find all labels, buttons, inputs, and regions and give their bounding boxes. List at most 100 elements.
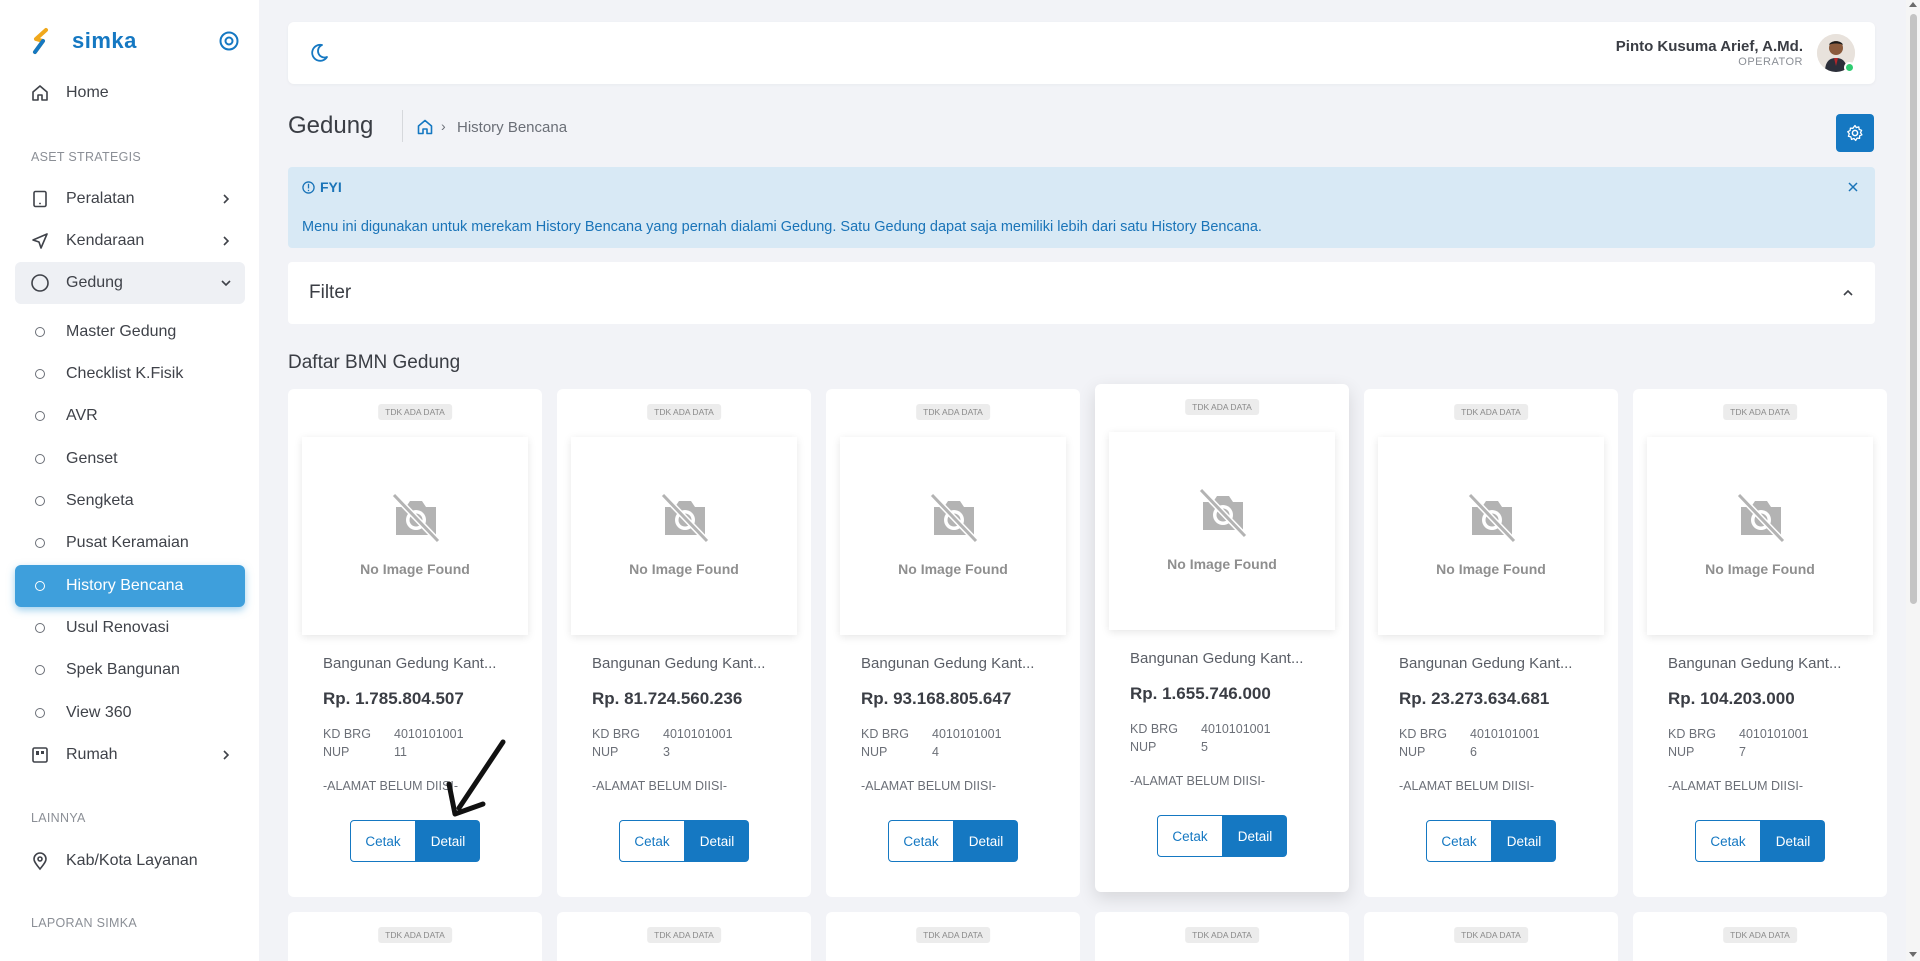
chevron-right-icon bbox=[223, 236, 230, 246]
camera-off-icon bbox=[1467, 492, 1517, 544]
nav-sengketa[interactable]: Sengketa bbox=[15, 480, 245, 522]
cetak-button[interactable]: Cetak bbox=[1157, 815, 1223, 857]
card-price: Rp. 1.785.804.507 bbox=[323, 689, 464, 708]
nup-label: NUP bbox=[861, 745, 888, 759]
card-price: Rp. 93.168.805.647 bbox=[861, 689, 1012, 708]
bmn-card: TDK ADA DATA No Image Found Bangunan Ged… bbox=[1633, 389, 1887, 897]
image-placeholder: No Image Found bbox=[571, 437, 797, 635]
scroll-up-icon[interactable] bbox=[1909, 2, 1917, 7]
gear-icon bbox=[1847, 124, 1863, 142]
nav-kendaraan[interactable]: Kendaraan bbox=[15, 220, 245, 262]
cetak-button[interactable]: Cetak bbox=[619, 820, 685, 862]
nup-label: NUP bbox=[1399, 745, 1426, 759]
bmn-card-next: TDK ADA DATA bbox=[826, 912, 1080, 961]
bmn-card: TDK ADA DATA No Image Found Bangunan Ged… bbox=[826, 389, 1080, 897]
user-name[interactable]: Pinto Kusuma Arief, A.Md. bbox=[1616, 38, 1803, 55]
no-data-badge: TDK ADA DATA bbox=[378, 927, 452, 943]
nav-genset-label: Genset bbox=[66, 450, 118, 467]
cetak-button[interactable]: Cetak bbox=[1426, 820, 1492, 862]
bmn-card-next: TDK ADA DATA bbox=[1364, 912, 1618, 961]
nav-sengketa-label: Sengketa bbox=[66, 492, 134, 509]
card-price: Rp. 104.203.000 bbox=[1668, 689, 1795, 708]
nav-avr[interactable]: AVR bbox=[15, 395, 245, 437]
moon-icon[interactable] bbox=[308, 42, 330, 64]
card-name: Bangunan Gedung Kant... bbox=[323, 655, 497, 672]
home-icon bbox=[30, 83, 50, 103]
simka-logo-icon bbox=[33, 28, 48, 54]
sidebar: simka Home ASET STRATEGIS Peralatan Kend… bbox=[0, 0, 259, 961]
detail-button[interactable]: Detail bbox=[1492, 820, 1556, 862]
image-placeholder: No Image Found bbox=[840, 437, 1066, 635]
camera-off-icon bbox=[391, 492, 441, 544]
settings-button[interactable] bbox=[1836, 114, 1874, 152]
kd-brg-label: KD BRG bbox=[1130, 722, 1178, 736]
nav-view-360[interactable]: View 360 bbox=[15, 692, 245, 734]
nav-avr-label: AVR bbox=[66, 407, 98, 424]
nav-rumah[interactable]: Rumah bbox=[15, 734, 245, 776]
nav-checklist-kfisik[interactable]: Checklist K.Fisik bbox=[15, 353, 245, 395]
card-address: -ALAMAT BELUM DIISI- bbox=[1130, 774, 1265, 788]
nav-peralatan[interactable]: Peralatan bbox=[15, 178, 245, 220]
breadcrumb-current: History Bencana bbox=[457, 119, 568, 136]
nav-kendaraan-label: Kendaraan bbox=[66, 232, 145, 249]
close-icon[interactable] bbox=[1845, 179, 1861, 195]
nav-master-gedung[interactable]: Master Gedung bbox=[15, 311, 245, 353]
cetak-button[interactable]: Cetak bbox=[888, 820, 954, 862]
detail-button[interactable]: Detail bbox=[685, 820, 749, 862]
breadcrumb-divider bbox=[402, 110, 403, 142]
card-name: Bangunan Gedung Kant... bbox=[1399, 655, 1573, 672]
nav-genset[interactable]: Genset bbox=[15, 438, 245, 480]
chevron-up-icon[interactable] bbox=[1841, 286, 1855, 300]
nav-kabkota-label: Kab/Kota Layanan bbox=[66, 852, 198, 869]
nav-rumah-label: Rumah bbox=[66, 746, 118, 763]
target-icon[interactable] bbox=[218, 30, 240, 52]
nav-spek-bangunan-label: Spek Bangunan bbox=[66, 661, 180, 678]
filter-title: Filter bbox=[309, 282, 352, 303]
nup-value: 7 bbox=[1739, 745, 1746, 759]
nav-history-bencana[interactable]: History Bencana bbox=[15, 565, 245, 607]
scroll-down-icon[interactable] bbox=[1909, 952, 1917, 957]
cetak-button[interactable]: Cetak bbox=[1695, 820, 1761, 862]
map-pin-icon bbox=[30, 851, 50, 871]
card-name: Bangunan Gedung Kant... bbox=[1130, 650, 1304, 667]
scrollbar-thumb[interactable] bbox=[1910, 14, 1917, 604]
nav-peralatan-label: Peralatan bbox=[66, 190, 135, 207]
bullet-icon bbox=[35, 454, 45, 464]
alert-title: FYI bbox=[320, 179, 342, 195]
kd-brg-value: 4010101001 bbox=[1470, 727, 1540, 741]
page-title: Gedung bbox=[288, 112, 374, 139]
nav-usul-renovasi[interactable]: Usul Renovasi bbox=[15, 607, 245, 649]
kd-brg-value: 4010101001 bbox=[1739, 727, 1809, 741]
no-image-text: No Image Found bbox=[1705, 561, 1815, 577]
detail-button[interactable]: Detail bbox=[416, 820, 480, 862]
detail-button[interactable]: Detail bbox=[1761, 820, 1825, 862]
bmn-card: TDK ADA DATA No Image Found Bangunan Ged… bbox=[1095, 384, 1349, 892]
nav-pusat-keramaian[interactable]: Pusat Keramaian bbox=[15, 522, 245, 564]
bullet-icon bbox=[35, 369, 45, 379]
nup-value: 6 bbox=[1470, 745, 1477, 759]
image-placeholder: No Image Found bbox=[1378, 437, 1604, 635]
nav-kabkota-layanan[interactable]: Kab/Kota Layanan bbox=[15, 840, 245, 882]
no-image-text: No Image Found bbox=[898, 561, 1008, 577]
nav-home[interactable]: Home bbox=[15, 72, 245, 114]
no-data-badge: TDK ADA DATA bbox=[1454, 404, 1528, 420]
scrollbar[interactable] bbox=[1906, 0, 1920, 961]
nav-spek-bangunan[interactable]: Spek Bangunan bbox=[15, 649, 245, 691]
alert-title-row: FYI bbox=[302, 179, 342, 195]
camera-off-icon bbox=[1736, 492, 1786, 544]
bullet-icon bbox=[35, 411, 45, 421]
detail-button[interactable]: Detail bbox=[954, 820, 1018, 862]
brand[interactable]: simka bbox=[30, 26, 137, 56]
card-address: -ALAMAT BELUM DIISI- bbox=[323, 779, 458, 793]
no-data-badge: TDK ADA DATA bbox=[1185, 399, 1259, 415]
bmn-card-next: TDK ADA DATA bbox=[1095, 912, 1349, 961]
nav-gedung[interactable]: Gedung bbox=[15, 262, 245, 304]
no-image-text: No Image Found bbox=[629, 561, 739, 577]
cetak-button[interactable]: Cetak bbox=[350, 820, 416, 862]
nup-label: NUP bbox=[592, 745, 619, 759]
breadcrumb-home-icon[interactable] bbox=[416, 118, 434, 136]
house-grid-icon bbox=[30, 745, 50, 765]
detail-button[interactable]: Detail bbox=[1223, 815, 1287, 857]
kd-brg-label: KD BRG bbox=[592, 727, 640, 741]
filter-panel[interactable]: Filter bbox=[288, 262, 1875, 324]
